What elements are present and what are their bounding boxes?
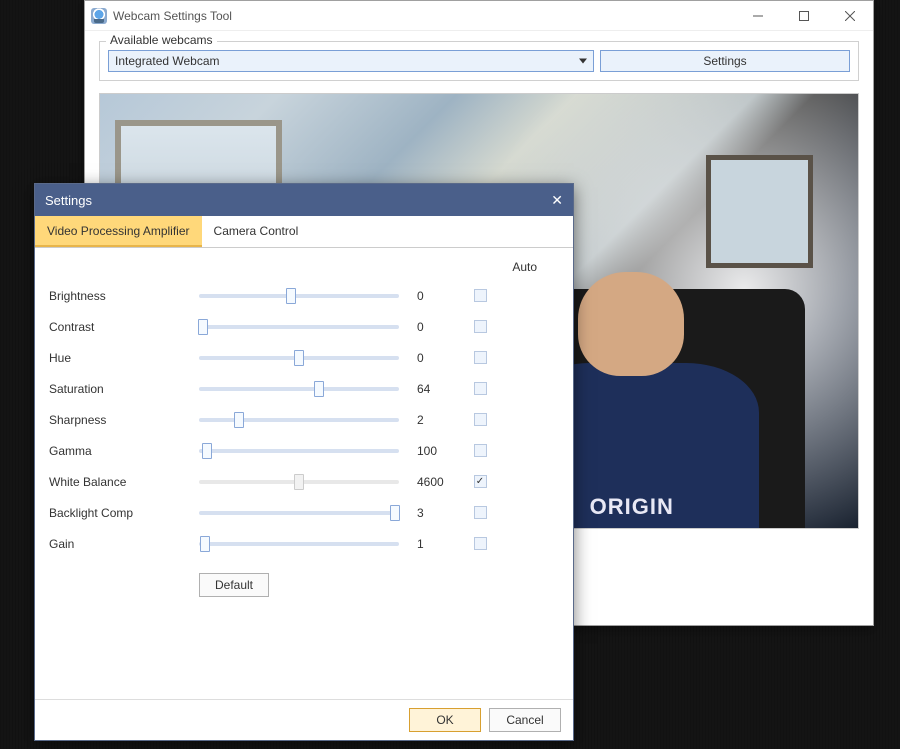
- slider-thumb[interactable]: [294, 350, 304, 366]
- minimize-button[interactable]: [735, 1, 781, 31]
- auto-checkbox[interactable]: [474, 289, 487, 302]
- slider-track: [199, 472, 399, 492]
- slider-value: 0: [399, 351, 459, 365]
- slider-row: Gain 1: [49, 528, 549, 559]
- slider-value: 2: [399, 413, 459, 427]
- tab-video-proc-amp[interactable]: Video Processing Amplifier: [35, 216, 202, 247]
- auto-column-header: Auto: [49, 260, 549, 274]
- close-icon: [845, 11, 855, 21]
- slider-label: Gamma: [49, 444, 199, 458]
- maximize-icon: [799, 11, 809, 21]
- webcam-select-value: Integrated Webcam: [115, 54, 220, 68]
- slider-track[interactable]: [199, 379, 399, 399]
- slider-label: Hue: [49, 351, 199, 365]
- chevron-down-icon: [579, 59, 587, 64]
- slider-value: 100: [399, 444, 459, 458]
- webcam-select[interactable]: Integrated Webcam: [108, 50, 594, 72]
- slider-track[interactable]: [199, 534, 399, 554]
- slider-thumb[interactable]: [234, 412, 244, 428]
- slider-track[interactable]: [199, 503, 399, 523]
- auto-checkbox[interactable]: ✓: [474, 475, 487, 488]
- settings-button[interactable]: Settings: [600, 50, 850, 72]
- slider-row: Backlight Comp 3: [49, 497, 549, 528]
- fieldset-legend: Available webcams: [106, 33, 217, 47]
- slider-label: White Balance: [49, 475, 199, 489]
- maximize-button[interactable]: [781, 1, 827, 31]
- auto-checkbox[interactable]: [474, 413, 487, 426]
- auto-checkbox[interactable]: [474, 506, 487, 519]
- slider-track[interactable]: [199, 441, 399, 461]
- slider-value: 3: [399, 506, 459, 520]
- slider-label: Contrast: [49, 320, 199, 334]
- slider-row: White Balance 4600 ✓: [49, 466, 549, 497]
- slider-value: 0: [399, 320, 459, 334]
- slider-label: Gain: [49, 537, 199, 551]
- slider-label: Brightness: [49, 289, 199, 303]
- dialog-title: Settings: [45, 193, 92, 208]
- slider-row: Gamma 100: [49, 435, 549, 466]
- minimize-icon: [753, 11, 763, 21]
- slider-thumb[interactable]: [200, 536, 210, 552]
- slider-track[interactable]: [199, 348, 399, 368]
- auto-checkbox[interactable]: [474, 537, 487, 550]
- slider-row: Saturation 64: [49, 373, 549, 404]
- default-button[interactable]: Default: [199, 573, 269, 597]
- tab-camera-control[interactable]: Camera Control: [202, 216, 311, 247]
- auto-checkbox[interactable]: [474, 382, 487, 395]
- dialog-close-button[interactable]: ✕: [551, 192, 563, 209]
- window-controls: [735, 1, 873, 31]
- slider-row: Hue 0: [49, 342, 549, 373]
- app-icon: [91, 8, 107, 24]
- available-webcams-group: Available webcams Integrated Webcam Sett…: [99, 41, 859, 81]
- tab-bar: Video Processing Amplifier Camera Contro…: [35, 216, 573, 248]
- titlebar: Webcam Settings Tool: [85, 1, 873, 31]
- slider-track[interactable]: [199, 286, 399, 306]
- auto-checkbox[interactable]: [474, 320, 487, 333]
- auto-checkbox[interactable]: [474, 351, 487, 364]
- dialog-titlebar: Settings ✕: [35, 184, 573, 216]
- slider-row: Sharpness 2: [49, 404, 549, 435]
- settings-dialog: Settings ✕ Video Processing Amplifier Ca…: [34, 183, 574, 741]
- slider-row: Contrast 0: [49, 311, 549, 342]
- slider-thumb[interactable]: [198, 319, 208, 335]
- slider-label: Backlight Comp: [49, 506, 199, 520]
- slider-thumb: [294, 474, 304, 490]
- auto-checkbox[interactable]: [474, 444, 487, 457]
- cancel-button[interactable]: Cancel: [489, 708, 561, 732]
- slider-thumb[interactable]: [390, 505, 400, 521]
- slider-row: Brightness 0: [49, 280, 549, 311]
- ok-button[interactable]: OK: [409, 708, 481, 732]
- slider-thumb[interactable]: [314, 381, 324, 397]
- slider-label: Saturation: [49, 382, 199, 396]
- slider-value: 64: [399, 382, 459, 396]
- window-title: Webcam Settings Tool: [113, 9, 232, 23]
- slider-thumb[interactable]: [286, 288, 296, 304]
- slider-track[interactable]: [199, 410, 399, 430]
- dialog-footer: OK Cancel: [35, 699, 573, 740]
- close-button[interactable]: [827, 1, 873, 31]
- slider-label: Sharpness: [49, 413, 199, 427]
- slider-value: 1: [399, 537, 459, 551]
- slider-value: 0: [399, 289, 459, 303]
- slider-thumb[interactable]: [202, 443, 212, 459]
- slider-value: 4600: [399, 475, 459, 489]
- dialog-body: Auto Brightness 0 Contrast 0 Hue 0 Saturation 6…: [35, 248, 573, 699]
- slider-track[interactable]: [199, 317, 399, 337]
